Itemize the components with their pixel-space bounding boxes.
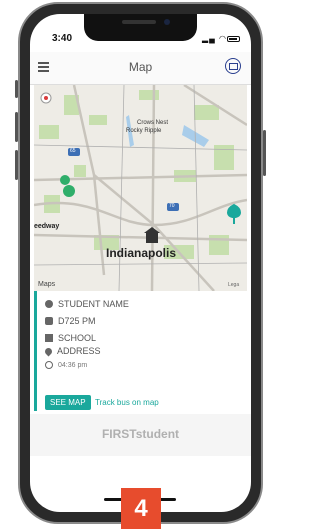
track-bus-link[interactable]: Track bus on map <box>95 398 159 407</box>
place-label-crows-nest: Crows Nest <box>137 120 169 126</box>
map-view[interactable]: Crows Nest Rocky Ripple eedway 65 70 Ind… <box>34 85 247 291</box>
legal-link[interactable]: Lega <box>228 282 239 288</box>
transit-marker <box>60 175 70 185</box>
power-button <box>263 130 266 176</box>
arrival-time: 04:36 pm <box>58 361 88 369</box>
signal-wifi-icon: ▂▄ ◠ <box>202 34 228 43</box>
highway-65-label: 65 <box>70 148 76 154</box>
user-icon <box>45 300 53 308</box>
highway-70-label: 70 <box>169 203 175 209</box>
notch <box>84 14 197 41</box>
see-map-button[interactable]: SEE MAP <box>45 395 91 410</box>
maps-watermark: Maps <box>38 281 56 288</box>
place-label-rocky-ripple: Rocky Ripple <box>126 128 162 134</box>
phone-screen: 3:40 ▂▄ ◠ Map Crows Nest Rocky Ripple ee… <box>30 14 251 512</box>
location-pin-icon <box>43 346 54 356</box>
city-label: Indianapolis <box>106 246 177 260</box>
first-student-logo: FIRSTstudent <box>101 427 180 441</box>
camera <box>164 19 170 25</box>
map-graphic <box>34 85 247 291</box>
time-row: 04:36 pm <box>45 361 87 369</box>
school-name: SCHOOL <box>58 333 97 343</box>
status-time: 3:40 <box>52 33 73 44</box>
student-name: STUDENT NAME <box>58 299 129 309</box>
mail-icon[interactable] <box>225 58 241 74</box>
address-row: ADDRESS <box>43 346 101 356</box>
bus-route: D725 PM <box>58 316 96 326</box>
bus-icon <box>45 317 53 325</box>
address-text: ADDRESS <box>57 346 101 356</box>
school-row: SCHOOL <box>45 333 96 343</box>
brand-footer: FIRSTstudent <box>30 414 251 456</box>
school-icon <box>45 334 53 342</box>
battery-icon <box>227 36 240 42</box>
student-row: STUDENT NAME <box>45 299 129 309</box>
bus-stop-marker <box>63 185 75 197</box>
speaker <box>122 20 156 24</box>
app-header: Map <box>30 52 251 85</box>
clock-icon <box>45 361 53 369</box>
bus-info-card: STUDENT NAME D725 PM SCHOOL ADDRESS 04:3… <box>34 291 247 411</box>
page-title: Map <box>128 60 153 74</box>
bus-row: D725 PM <box>45 316 96 326</box>
city-hall-icon <box>146 233 158 243</box>
place-label-speedway: eedway <box>34 223 60 230</box>
step-number-badge: 4 <box>121 488 161 529</box>
